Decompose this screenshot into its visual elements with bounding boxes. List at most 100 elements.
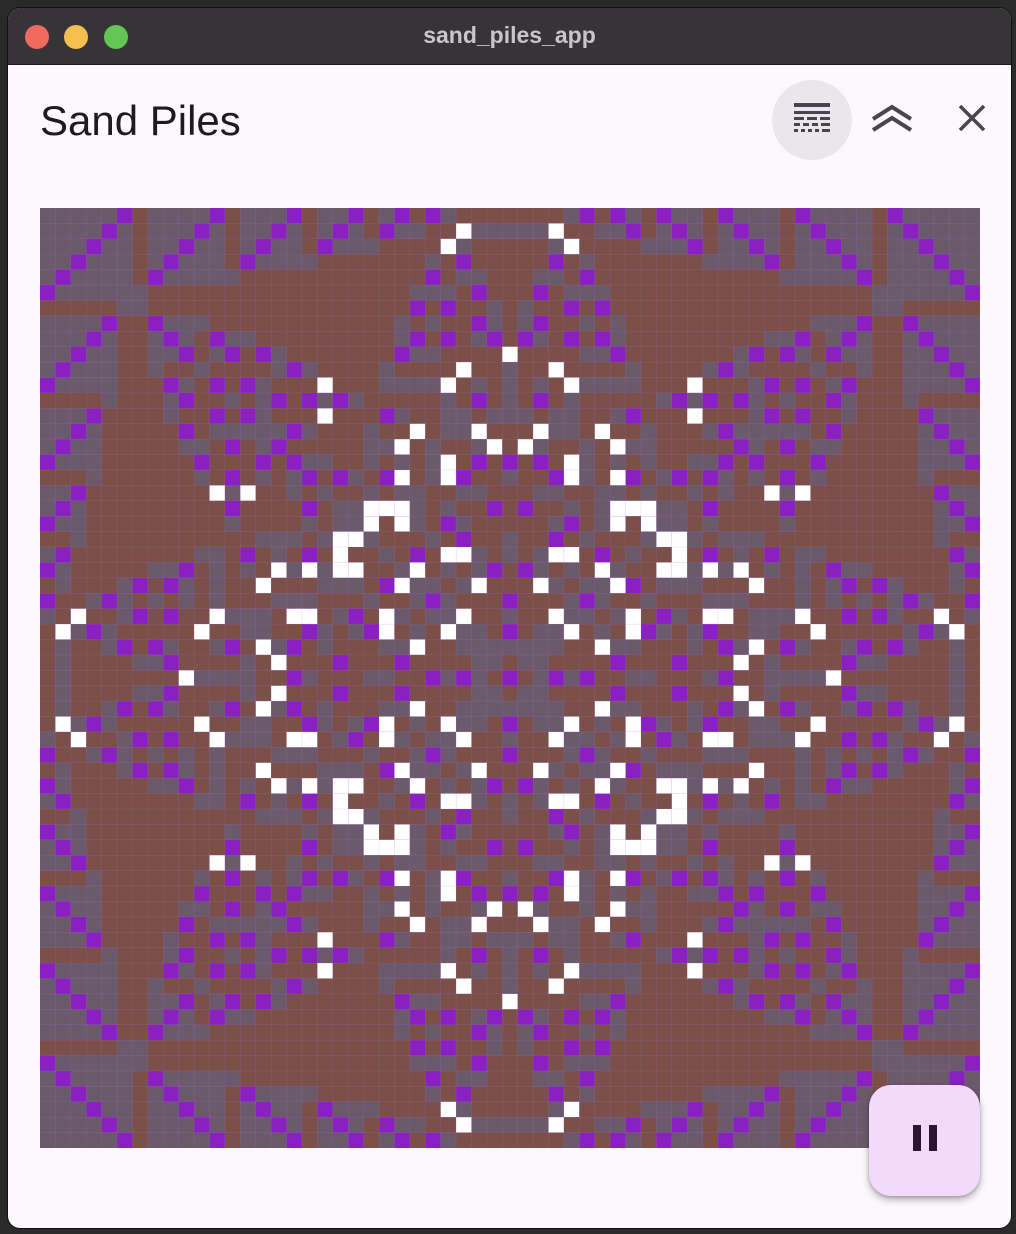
grid-cell (240, 238, 256, 255)
grid-cell (949, 331, 965, 347)
grid-cell (456, 701, 472, 717)
grid-cell (795, 762, 811, 779)
grid-cell (810, 839, 826, 856)
grid-cell (748, 762, 765, 779)
grid-cell (271, 716, 287, 732)
grid-cell (255, 639, 272, 655)
grid-cell (825, 408, 842, 424)
grid-cell (594, 670, 611, 686)
grid-cell (949, 516, 965, 532)
grid-cell (40, 993, 56, 1010)
grid-cell (733, 254, 749, 270)
grid-cell (394, 886, 410, 902)
grid-cell (502, 701, 518, 717)
grid-cell (918, 762, 934, 779)
grid-cell (486, 793, 503, 809)
grid-cell (687, 747, 703, 763)
grid-cell (533, 1040, 549, 1056)
grid-view-button[interactable] (772, 80, 852, 160)
grid-cell (902, 778, 919, 794)
grid-cell (132, 439, 148, 455)
grid-cell (86, 963, 102, 979)
grid-cell (640, 469, 657, 486)
grid-cell (718, 1086, 734, 1102)
grid-cell (440, 778, 457, 794)
sandpile-canvas[interactable] (40, 208, 980, 1148)
grid-cell (764, 392, 780, 409)
grid-cell (301, 562, 318, 578)
grid-cell (132, 855, 148, 871)
grid-cell (502, 516, 518, 532)
grid-cell (687, 408, 703, 424)
grid-cell (718, 793, 734, 809)
grid-cell (409, 932, 426, 948)
grid-cell (332, 1055, 349, 1071)
grid-cell (394, 778, 410, 794)
grid-cell (471, 377, 487, 393)
grid-cell (255, 485, 272, 501)
grid-cell (286, 377, 302, 393)
grid-cell (887, 331, 903, 347)
grid-cell (70, 500, 87, 517)
grid-cell (795, 300, 811, 316)
grid-cell (456, 793, 472, 809)
grid-cell (533, 500, 549, 517)
grid-cell (887, 269, 903, 286)
sandpile-grid[interactable] (40, 208, 980, 1148)
grid-cell (224, 978, 241, 994)
grid-cell (887, 747, 903, 763)
grid-cell (440, 423, 457, 440)
grid-cell (86, 685, 102, 702)
grid-cell (548, 1101, 564, 1118)
grid-cell (271, 654, 287, 671)
grid-cell (440, 901, 457, 917)
grid-cell (872, 947, 888, 964)
grid-cell (194, 793, 210, 809)
grid-cell (671, 593, 688, 609)
grid-cell (209, 839, 225, 856)
grid-cell (271, 331, 287, 347)
grid-cell (40, 346, 56, 363)
grid-cell (533, 577, 549, 594)
grid-cell (795, 624, 811, 640)
grid-cell (55, 993, 71, 1010)
close-button[interactable] (932, 80, 1011, 160)
grid-cell (502, 839, 518, 856)
grid-cell (224, 855, 241, 871)
grid-cell (563, 762, 580, 779)
grid-cell (918, 793, 934, 809)
grid-cell (101, 362, 118, 378)
grid-cell (440, 731, 457, 748)
grid-cell (640, 701, 657, 717)
window-title: sand_piles_app (423, 22, 596, 48)
grid-cell (872, 485, 888, 501)
grid-cell (610, 870, 626, 887)
grid-cell (548, 577, 564, 594)
grid-cell (594, 254, 611, 270)
grid-cell (224, 1132, 241, 1148)
grid-cell (872, 547, 888, 563)
grid-cell (810, 654, 826, 671)
grid-cell (379, 531, 395, 548)
grid-cell (240, 685, 256, 702)
grid-cell (810, 947, 826, 964)
collapse-button[interactable] (852, 80, 932, 160)
grid-cell (795, 1055, 811, 1071)
grid-cell (949, 762, 965, 779)
grid-cell (902, 886, 919, 902)
grid-cell (533, 793, 549, 809)
grid-cell (425, 254, 441, 270)
grid-cell (178, 315, 195, 332)
grid-cell (456, 562, 472, 578)
grid-cell (656, 362, 672, 378)
grid-cell (671, 993, 688, 1010)
grid-cell (440, 793, 457, 809)
grid-cell (332, 531, 349, 548)
grid-cell (440, 1086, 457, 1102)
grid-cell (40, 916, 56, 933)
grid-cell (363, 1024, 380, 1041)
grid-cell (594, 839, 611, 856)
grid-cell (255, 577, 272, 594)
pause-button[interactable] (869, 1085, 980, 1196)
grid-cell (563, 362, 580, 378)
